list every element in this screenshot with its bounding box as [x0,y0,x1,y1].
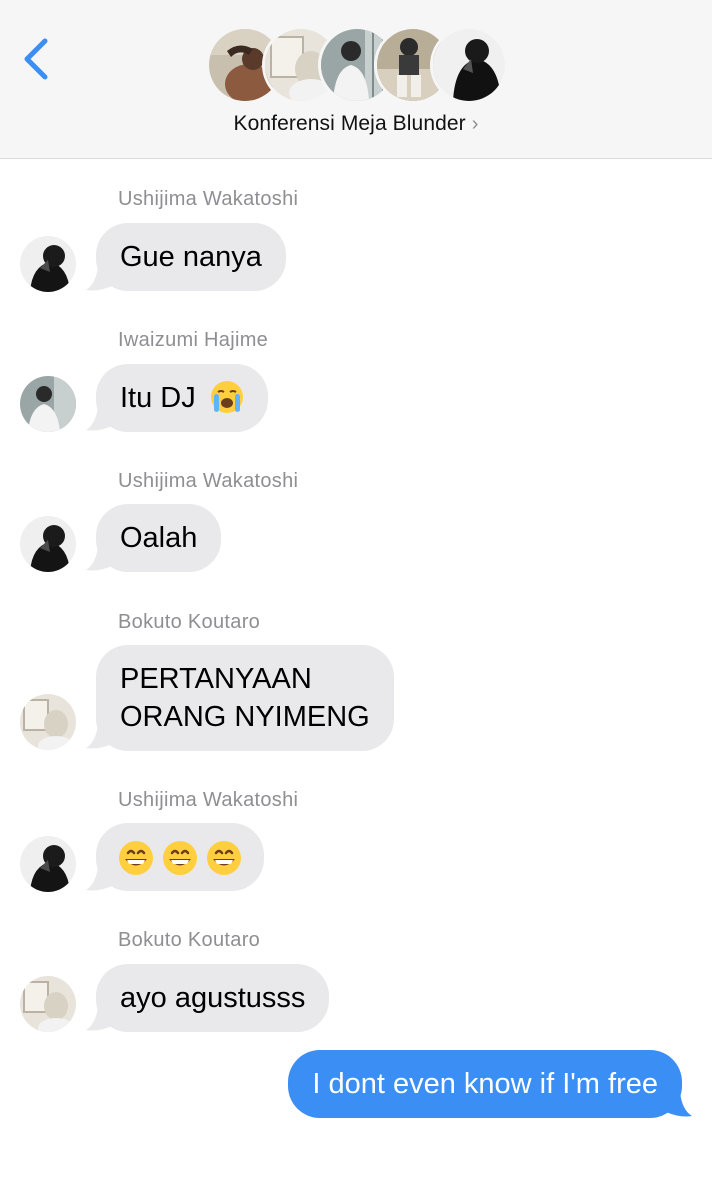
group-name: Konferensi Meja Blunder [233,112,466,135]
loudly-crying-face-icon [210,381,243,414]
group-member-avatar [430,26,508,104]
group-title-button[interactable]: Konferensi Meja Blunder › [0,112,712,136]
avatar[interactable] [20,516,76,572]
message-text: I dont even know if I'm free [312,1068,658,1100]
chevron-left-icon [24,38,48,80]
back-button[interactable] [18,36,58,82]
grinning-face-icon [163,841,197,876]
emoji-row [118,841,242,876]
message-text: ayo agustusss [120,982,306,1014]
sender-name: Ushijima Wakatoshi [118,188,299,210]
message-bubble[interactable] [96,823,264,892]
message-text-line: PERTANYAAN [120,663,312,695]
avatar[interactable] [20,694,76,750]
grinning-face-icon [119,841,153,876]
avatar[interactable] [20,976,76,1032]
avatar[interactable] [20,236,76,292]
message-bubble[interactable]: Itu DJ [96,364,268,432]
message-text-line: ORANG NYIMENG [120,701,370,733]
sender-name: Iwaizumi Hajime [118,329,269,351]
message-bubble[interactable]: PERTANYAAN ORANG NYIMENG [96,645,394,751]
message-bubble[interactable]: Gue nanya [96,223,286,291]
message-text: Itu DJ [120,382,196,414]
message-text: Oalah [120,522,198,554]
sender-name: Ushijima Wakatoshi [118,470,299,492]
message-bubble[interactable]: Oalah [96,504,222,572]
avatar[interactable] [20,836,76,892]
group-avatars[interactable] [206,26,508,104]
avatar[interactable] [20,376,76,432]
outgoing-message-bubble[interactable]: I dont even know if I'm free [288,1050,682,1118]
sender-name: Bokuto Koutaro [118,611,261,633]
conversation-header: Konferensi Meja Blunder › [0,0,712,159]
message-bubble[interactable]: ayo agustusss [96,964,330,1032]
chevron-right-icon: › [471,113,479,135]
grinning-face-icon [207,841,241,876]
message-text: Gue nanya [120,241,262,273]
sender-name: Ushijima Wakatoshi [118,789,299,811]
sender-name: Bokuto Koutaro [118,929,261,951]
